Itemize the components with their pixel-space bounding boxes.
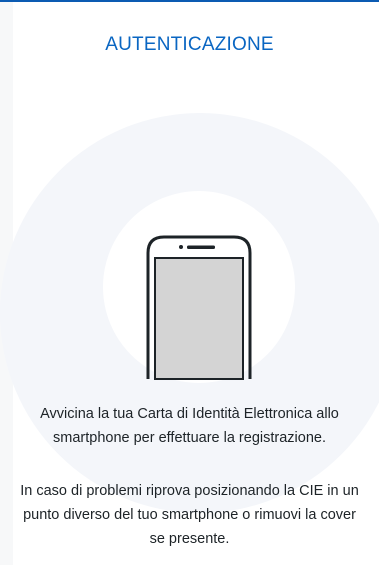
smartphone-icon [146, 235, 252, 380]
instruction-text: Avvicina la tua Carta di Identità Elettr… [40, 406, 339, 446]
troubleshooting-text: In caso di problemi riprova posizionando… [20, 483, 359, 547]
page-title: AUTENTICAZIONE [105, 34, 274, 55]
